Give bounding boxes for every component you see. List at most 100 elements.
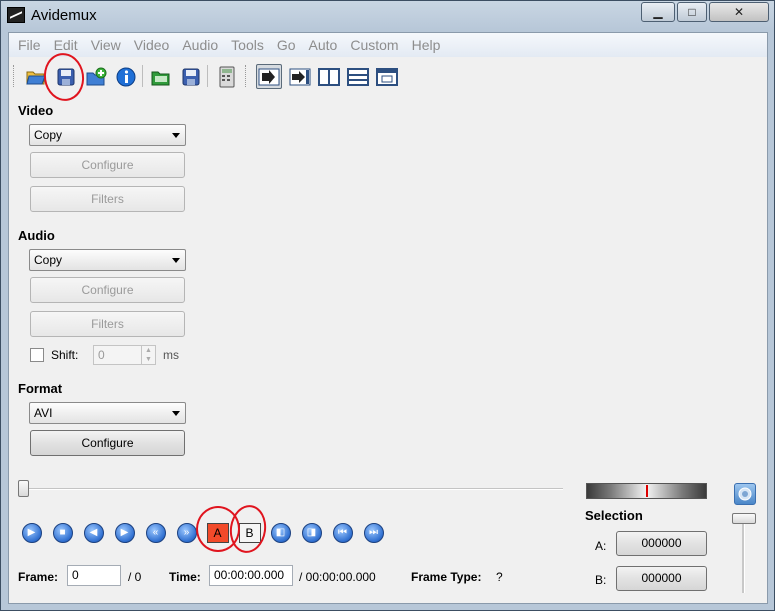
audio-configure-button[interactable]: Configure — [30, 277, 185, 303]
app-window: Avidemux ▁ □ ✕ File Edit View Video Audi… — [0, 0, 775, 611]
format-select[interactable]: AVI — [29, 402, 186, 424]
title-bar[interactable]: Avidemux ▁ □ ✕ — [1, 1, 774, 31]
go-to-marker-b-icon: ◨ — [301, 522, 322, 543]
close-button[interactable]: ✕ — [709, 2, 769, 22]
shift-value: 0 — [98, 348, 105, 362]
toolbar-separator — [142, 65, 143, 87]
chevron-down-icon — [172, 133, 180, 138]
top-bottom-button[interactable] — [345, 64, 371, 89]
window-title: Avidemux — [31, 7, 97, 24]
frame-type-value: ? — [496, 570, 503, 584]
frame-input[interactable]: 0 — [67, 565, 121, 586]
preview-button[interactable] — [374, 64, 400, 89]
info-icon — [116, 67, 136, 86]
main-area: File Edit View Video Audio Tools Go Auto… — [8, 32, 768, 604]
maximize-button[interactable]: □ — [677, 2, 707, 22]
first-frame-icon: ⏮ — [332, 522, 353, 543]
append-icon — [86, 67, 107, 85]
stop-icon: ■ — [52, 522, 73, 543]
spin-arrows-icon[interactable]: ▲ ▼ — [141, 346, 155, 364]
time-input[interactable]: 00:00:00.000 — [209, 565, 293, 586]
save-project-icon — [151, 71, 170, 85]
menu-file[interactable]: File — [13, 37, 49, 53]
info-button[interactable] — [113, 64, 139, 89]
selection-a-button[interactable]: 000000 — [616, 531, 707, 556]
toolbar-grip[interactable] — [13, 65, 16, 87]
toolbar-grip[interactable] — [245, 65, 248, 87]
chevron-down-icon — [172, 258, 180, 263]
first-frame-button[interactable]: ⏮ — [330, 520, 355, 545]
selection-b-label: B: — [595, 573, 607, 587]
top-bottom-icon — [347, 67, 369, 86]
audio-filters-button[interactable]: Filters — [30, 311, 185, 337]
menu-help[interactable]: Help — [407, 37, 449, 53]
speaker-icon — [738, 487, 752, 501]
output-view-icon — [289, 68, 311, 85]
format-section-title: Format — [18, 381, 63, 396]
video-codec-select[interactable]: Copy — [29, 124, 186, 146]
side-by-side-button[interactable] — [316, 64, 342, 89]
previous-keyframe-icon: « — [145, 522, 166, 543]
last-frame-button[interactable]: ⏭ — [361, 520, 386, 545]
menu-audio[interactable]: Audio — [177, 37, 226, 53]
maximize-icon: □ — [688, 5, 696, 19]
save-project-button[interactable] — [148, 64, 174, 89]
frame-type-label: Frame Type: — [411, 570, 482, 584]
calculator-button[interactable] — [214, 64, 240, 89]
audio-codec-value: Copy — [34, 253, 63, 267]
menu-tools[interactable]: Tools — [226, 37, 272, 53]
last-frame-icon: ⏭ — [363, 522, 384, 543]
preview-icon — [376, 67, 398, 86]
next-keyframe-button[interactable]: » — [174, 520, 199, 545]
previous-frame-button[interactable]: ◀ — [81, 520, 106, 545]
play-icon: ▶ — [21, 522, 42, 543]
avidemux-logo-icon — [7, 7, 25, 23]
append-button[interactable] — [83, 64, 109, 89]
menu-go[interactable]: Go — [272, 37, 304, 53]
next-frame-icon: ▶ — [114, 522, 135, 543]
audio-section-title: Audio — [18, 228, 55, 243]
volume-slider-track[interactable] — [742, 518, 745, 593]
save-as-button[interactable] — [178, 64, 204, 89]
chevron-down-icon — [172, 411, 180, 416]
play-button[interactable]: ▶ — [19, 520, 44, 545]
volume-meter — [586, 483, 707, 499]
menu-bar: File Edit View Video Audio Tools Go Auto… — [9, 33, 767, 57]
menu-auto[interactable]: Auto — [304, 37, 346, 53]
input-view-icon — [258, 68, 280, 85]
timeline-slider-handle[interactable] — [18, 480, 29, 497]
selection-b-button[interactable]: 000000 — [616, 566, 707, 591]
volume-meter-marker — [646, 485, 648, 497]
previous-keyframe-button[interactable]: « — [143, 520, 168, 545]
minimize-icon: ▁ — [653, 5, 663, 19]
timeline-slider-track[interactable] — [21, 488, 563, 490]
shift-checkbox[interactable] — [30, 348, 44, 362]
video-filters-button[interactable]: Filters — [30, 186, 185, 212]
audio-codec-select[interactable]: Copy — [29, 249, 186, 271]
video-codec-value: Copy — [34, 128, 63, 142]
go-to-marker-a-button[interactable]: ◧ — [268, 520, 293, 545]
shift-spinbox[interactable]: 0 ▲ ▼ — [93, 345, 156, 365]
menu-custom[interactable]: Custom — [345, 37, 406, 53]
speaker-button[interactable] — [734, 483, 756, 505]
volume-slider-handle[interactable] — [732, 513, 756, 524]
frame-total: / 0 — [128, 570, 142, 584]
format-value: AVI — [34, 406, 53, 420]
save-as-icon — [182, 68, 200, 85]
toolbar — [9, 59, 767, 93]
shift-label: Shift: — [51, 348, 79, 362]
menu-video[interactable]: Video — [129, 37, 178, 53]
side-by-side-icon — [318, 67, 340, 86]
output-view-button[interactable] — [287, 64, 313, 89]
next-frame-button[interactable]: ▶ — [112, 520, 137, 545]
input-view-button[interactable] — [256, 64, 282, 89]
selection-title: Selection — [585, 508, 643, 523]
minimize-button[interactable]: ▁ — [641, 2, 675, 22]
stop-button[interactable]: ■ — [50, 520, 75, 545]
toolbar-separator — [207, 65, 208, 87]
menu-view[interactable]: View — [86, 37, 129, 53]
go-to-marker-b-button[interactable]: ◨ — [299, 520, 324, 545]
menu-edit[interactable]: Edit — [49, 37, 86, 53]
format-configure-button[interactable]: Configure — [30, 430, 185, 456]
video-configure-button[interactable]: Configure — [30, 152, 185, 178]
